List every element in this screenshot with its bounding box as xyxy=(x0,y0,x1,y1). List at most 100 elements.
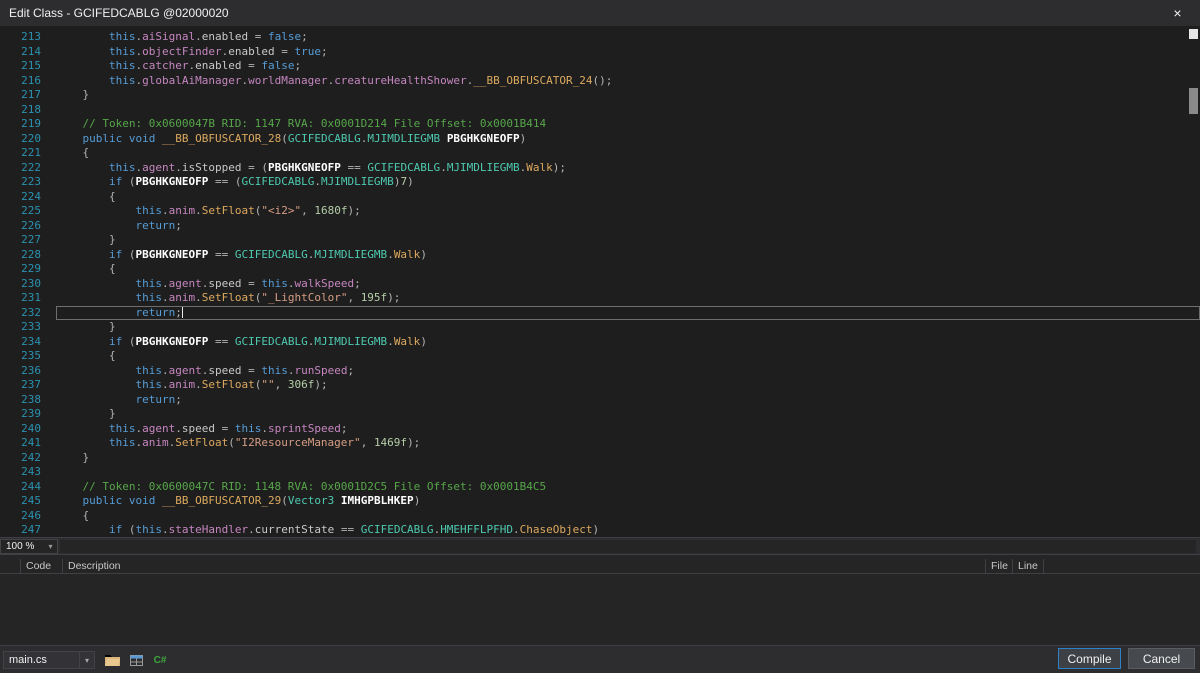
line-number: 222 xyxy=(21,160,41,174)
code-text: { xyxy=(56,262,116,275)
column-header-severity-icon[interactable] xyxy=(0,559,21,573)
code-line[interactable]: 215 this.catcher.enabled = false; xyxy=(0,59,1200,74)
code-line[interactable]: 235 { xyxy=(0,349,1200,364)
csharp-file-button[interactable]: C# xyxy=(150,651,170,669)
error-list-header: Code Description File Line xyxy=(0,559,1200,574)
code-text: { xyxy=(56,189,116,203)
code-line[interactable]: 245 public void __BB_OBFUSCATOR_29(Vecto… xyxy=(0,494,1200,509)
code-line[interactable]: 218 xyxy=(0,103,1200,118)
line-number: 234 xyxy=(21,334,41,348)
code-line[interactable]: 232 return; xyxy=(0,305,1200,320)
code-text: this.anim.SetFloat("I2ResourceManager", … xyxy=(108,436,421,449)
open-folder-icon xyxy=(104,655,120,666)
line-number: 241 xyxy=(21,436,41,449)
code-line[interactable]: 228 if (PBGHKGNEOFP == GCIFEDCABLG.MJIMD… xyxy=(0,248,1200,263)
scrollbar-thumb[interactable] xyxy=(1189,88,1198,114)
code-line[interactable]: 246 { xyxy=(0,509,1200,524)
zoom-select[interactable]: 100 % ▾ xyxy=(0,539,58,554)
code-line[interactable]: 237 this.anim.SetFloat("", 306f); xyxy=(0,378,1200,393)
code-line[interactable]: 217 } xyxy=(0,88,1200,103)
line-number: 238 xyxy=(21,392,41,406)
code-line[interactable]: 247 if (this.stateHandler.currentState =… xyxy=(0,523,1200,537)
line-number: 233 xyxy=(21,320,41,333)
line-number: 216 xyxy=(21,73,41,87)
code-line[interactable]: 243 xyxy=(0,465,1200,480)
code-line[interactable]: 214 this.objectFinder.enabled = true; xyxy=(0,45,1200,60)
code-line[interactable]: 226 return; xyxy=(0,219,1200,234)
code-text: public void __BB_OBFUSCATOR_29(Vector3 I… xyxy=(82,494,421,507)
code-line[interactable]: 220 public void __BB_OBFUSCATOR_28(GCIFE… xyxy=(0,132,1200,147)
line-number: 228 xyxy=(21,247,41,261)
add-reference-button[interactable] xyxy=(126,651,146,669)
code-text: this.aiSignal.enabled = false; xyxy=(108,30,308,43)
column-header-code[interactable]: Code xyxy=(21,559,63,573)
column-header-spacer xyxy=(1044,559,1200,573)
code-text: { xyxy=(56,508,90,522)
code-line[interactable]: 216 this.globalAiManager.worldManager.cr… xyxy=(0,74,1200,89)
column-header-file[interactable]: File xyxy=(986,559,1013,573)
code-line[interactable]: 222 this.agent.isStopped = (PBGHKGNEOFP … xyxy=(0,161,1200,176)
code-line[interactable]: 236 this.agent.speed = this.runSpeed; xyxy=(0,364,1200,379)
titlebar: Edit Class - GCIFEDCABLG @02000020 × xyxy=(0,0,1200,26)
code-text: this.agent.isStopped = (PBGHKGNEOFP == G… xyxy=(108,160,567,174)
code-line[interactable]: 240 this.agent.speed = this.sprintSpeed; xyxy=(0,422,1200,437)
code-line[interactable]: 233 } xyxy=(0,320,1200,335)
code-text: // Token: 0x0600047C RID: 1148 RVA: 0x00… xyxy=(56,479,547,493)
cancel-button[interactable]: Cancel xyxy=(1128,648,1195,669)
line-number: 218 xyxy=(21,102,41,116)
code-line[interactable]: 219 // Token: 0x0600047B RID: 1147 RVA: … xyxy=(0,117,1200,132)
code-text: } xyxy=(56,407,116,420)
open-folder-button[interactable] xyxy=(102,651,122,669)
scrollbar-top-marker[interactable] xyxy=(1189,29,1198,39)
footer-toolbar: main.cs ▾ C# Compile Cancel xyxy=(0,645,1200,673)
code-text: this.agent.speed = this.sprintSpeed; xyxy=(108,421,348,435)
file-combo[interactable]: main.cs ▾ xyxy=(3,651,95,669)
code-text: } xyxy=(56,233,116,246)
chevron-down-icon: ▾ xyxy=(79,652,94,668)
code-text: } xyxy=(56,320,116,333)
code-line[interactable]: 213 this.aiSignal.enabled = false; xyxy=(0,30,1200,45)
code-text: this.agent.speed = this.runSpeed; xyxy=(135,363,355,377)
error-list-body[interactable] xyxy=(0,574,1200,645)
code-editor[interactable]: 213 this.aiSignal.enabled = false; 214 th… xyxy=(0,26,1200,537)
code-text: { xyxy=(56,349,116,362)
code-text: this.anim.SetFloat("_LightColor", 195f); xyxy=(135,291,401,304)
code-line[interactable]: 244 // Token: 0x0600047C RID: 1148 RVA: … xyxy=(0,480,1200,495)
code-text: return; xyxy=(56,305,1200,320)
code-line[interactable]: 238 return; xyxy=(0,393,1200,408)
code-line[interactable]: 234 if (PBGHKGNEOFP == GCIFEDCABLG.MJIMD… xyxy=(0,335,1200,350)
code-line[interactable]: 239 } xyxy=(0,407,1200,422)
code-line[interactable]: 242 } xyxy=(0,451,1200,466)
error-list-panel: Code Description File Line xyxy=(0,554,1200,645)
csharp-icon: C# xyxy=(153,654,167,666)
code-line[interactable]: 225 this.anim.SetFloat("<i2>", 1680f); xyxy=(0,204,1200,219)
line-number: 227 xyxy=(21,233,41,246)
code-text: if (PBGHKGNEOFP == GCIFEDCABLG.MJIMDLIEG… xyxy=(108,247,427,261)
code-line[interactable]: 227 } xyxy=(0,233,1200,248)
line-number: 217 xyxy=(21,88,41,101)
code-line[interactable]: 230 this.agent.speed = this.walkSpeed; xyxy=(0,277,1200,292)
line-number: 236 xyxy=(21,363,41,377)
add-reference-icon xyxy=(129,654,143,666)
line-number: 240 xyxy=(21,421,41,435)
code-line[interactable]: 224 { xyxy=(0,190,1200,205)
code-line[interactable]: 221 { xyxy=(0,146,1200,161)
code-line[interactable]: 223 if (PBGHKGNEOFP == (GCIFEDCABLG.MJIM… xyxy=(0,175,1200,190)
column-header-line[interactable]: Line xyxy=(1013,559,1044,573)
code-line[interactable]: 241 this.anim.SetFloat("I2ResourceManage… xyxy=(0,436,1200,451)
line-number: 225 xyxy=(21,204,41,217)
line-number: 247 xyxy=(21,523,41,536)
line-number: 221 xyxy=(21,146,41,159)
text-caret xyxy=(181,305,183,318)
code-text: public void __BB_OBFUSCATOR_28(GCIFEDCAB… xyxy=(82,131,527,145)
editor-vertical-scrollbar[interactable] xyxy=(1187,26,1200,537)
line-number: 223 xyxy=(21,175,41,188)
close-icon[interactable]: × xyxy=(1155,0,1200,26)
compile-button[interactable]: Compile xyxy=(1058,648,1121,669)
code-line[interactable]: 231 this.anim.SetFloat("_LightColor", 19… xyxy=(0,291,1200,306)
code-line[interactable]: 229 { xyxy=(0,262,1200,277)
editor-horizontal-scrollbar[interactable] xyxy=(60,540,1196,553)
column-header-description[interactable]: Description xyxy=(63,559,986,573)
code-lines: 213 this.aiSignal.enabled = false; 214 th… xyxy=(0,26,1200,537)
